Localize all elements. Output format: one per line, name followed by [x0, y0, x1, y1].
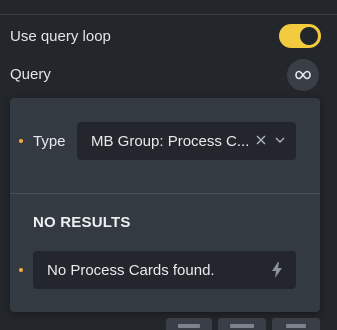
clear-icon[interactable] — [254, 133, 268, 147]
layout-option-2-glyph — [230, 324, 254, 328]
bolt-icon[interactable] — [270, 261, 284, 279]
type-indicator-dot — [19, 139, 23, 143]
type-select-value: MB Group: Process C... — [91, 132, 250, 150]
popover-divider — [10, 193, 320, 194]
type-label: Type — [33, 133, 66, 150]
query-button[interactable] — [287, 59, 319, 91]
layout-option-3[interactable] — [272, 318, 320, 330]
layout-option-2[interactable] — [218, 318, 266, 330]
infinity-icon — [295, 70, 311, 80]
layout-option-1-glyph — [178, 324, 200, 328]
type-select[interactable]: MB Group: Process C... — [77, 122, 296, 160]
result-indicator-dot — [19, 268, 23, 272]
no-results-heading: NO RESULTS — [33, 214, 131, 231]
query-label: Query — [10, 65, 51, 83]
layout-option-3-glyph — [286, 324, 306, 328]
query-popover: Type MB Group: Process C... NO RESULTS N… — [10, 98, 320, 312]
use-query-loop-label: Use query loop — [10, 27, 111, 45]
divider — [0, 14, 337, 15]
chevron-down-icon[interactable] — [274, 134, 286, 146]
result-text: No Process Cards found. — [47, 262, 215, 279]
result-field[interactable]: No Process Cards found. — [33, 251, 296, 289]
toggle-knob — [300, 27, 318, 45]
query-settings-panel: Use query loop Query Type MB Group: Proc… — [0, 0, 337, 330]
layout-option-1[interactable] — [166, 318, 212, 330]
use-query-loop-toggle[interactable] — [279, 24, 321, 48]
